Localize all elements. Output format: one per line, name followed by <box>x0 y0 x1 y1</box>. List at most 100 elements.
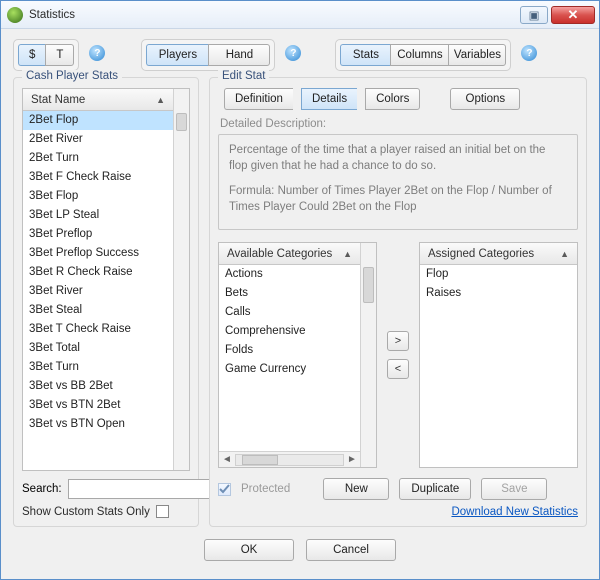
new-button[interactable]: New <box>323 478 389 500</box>
assigned-header-label: Assigned Categories <box>428 248 534 260</box>
cash-button[interactable]: $ <box>18 44 45 66</box>
stat-list-header-label: Stat Name <box>31 94 85 106</box>
stat-list-header[interactable]: Stat Name ▲ <box>23 89 173 111</box>
hscroll-thumb[interactable] <box>242 455 278 465</box>
dialog-footer: OK Cancel <box>13 527 587 575</box>
cancel-button[interactable]: Cancel <box>306 539 396 561</box>
protected-checkbox <box>218 483 231 496</box>
list-item[interactable]: 3Bet Preflop Success <box>23 244 173 263</box>
stats-button[interactable]: Stats <box>340 44 390 66</box>
list-item[interactable]: 3Bet vs BB 2Bet <box>23 377 173 396</box>
maximize-icon: ▣ <box>529 8 540 22</box>
search-label: Search: <box>22 483 62 495</box>
custom-only-row: Show Custom Stats Only <box>22 505 190 518</box>
list-item[interactable]: Folds <box>219 341 360 360</box>
stat-list: Stat Name ▲ 2Bet Flop2Bet River2Bet Turn… <box>22 88 190 471</box>
description-box[interactable]: Percentage of the time that a player rai… <box>218 134 578 230</box>
right-panel: Edit Stat Definition Details Colors Opti… <box>209 77 587 527</box>
duplicate-button[interactable]: Duplicate <box>399 478 471 500</box>
scroll-left-icon[interactable]: ◄ <box>219 454 235 465</box>
list-item[interactable]: Flop <box>420 265 577 284</box>
description-text-2: Formula: Number of Times Player 2Bet on … <box>229 184 567 215</box>
list-item[interactable]: 3Bet LP Steal <box>23 206 173 225</box>
content-area: $ T ? Players Hand ? Stats Columns Varia… <box>1 29 599 579</box>
available-header[interactable]: Available Categories ▲ <box>219 243 360 265</box>
list-item[interactable]: Actions <box>219 265 360 284</box>
maximize-button[interactable]: ▣ <box>520 6 548 24</box>
options-button[interactable]: Options <box>450 88 520 110</box>
app-icon <box>7 7 23 23</box>
top-toolbar: $ T ? Players Hand ? Stats Columns Varia… <box>13 39 587 71</box>
tab-colors[interactable]: Colors <box>365 88 420 110</box>
game-type-group: $ T <box>13 39 79 71</box>
help-icon[interactable]: ? <box>89 45 105 61</box>
list-item[interactable]: 3Bet Turn <box>23 358 173 377</box>
stat-list-scrollbar[interactable] <box>173 89 189 470</box>
download-stats-link[interactable]: Download New Statistics <box>218 506 578 518</box>
help-icon[interactable]: ? <box>285 45 301 61</box>
list-item[interactable]: 3Bet vs BTN 2Bet <box>23 396 173 415</box>
ok-button[interactable]: OK <box>204 539 294 561</box>
description-text-1: Percentage of the time that a player rai… <box>229 143 567 174</box>
list-item[interactable]: Calls <box>219 303 360 322</box>
list-item[interactable]: Raises <box>420 284 577 303</box>
edit-tabs: Definition Details Colors Options <box>224 88 578 110</box>
tab-definition[interactable]: Definition <box>224 88 293 110</box>
description-label: Detailed Description: <box>220 118 578 130</box>
list-item[interactable]: 3Bet F Check Raise <box>23 168 173 187</box>
list-item[interactable]: 2Bet Flop <box>23 111 173 130</box>
list-item[interactable]: Comprehensive <box>219 322 360 341</box>
main-area: Cash Player Stats Stat Name ▲ 2Bet Flop2… <box>13 77 587 527</box>
list-item[interactable]: Bets <box>219 284 360 303</box>
custom-only-checkbox[interactable] <box>156 505 169 518</box>
list-item[interactable]: 3Bet R Check Raise <box>23 263 173 282</box>
available-col: Available Categories ▲ ActionsBetsCallsC… <box>218 242 377 468</box>
sort-asc-icon: ▲ <box>156 95 165 105</box>
list-item[interactable]: 3Bet T Check Raise <box>23 320 173 339</box>
list-item[interactable]: Game Currency <box>219 360 360 379</box>
move-left-button[interactable]: < <box>387 359 409 379</box>
help-icon[interactable]: ? <box>521 45 537 61</box>
list-item[interactable]: 3Bet Steal <box>23 301 173 320</box>
close-button[interactable]: ✕ <box>551 6 595 24</box>
save-button: Save <box>481 478 547 500</box>
available-hscroll[interactable]: ◄ ► <box>219 451 360 467</box>
assigned-header[interactable]: Assigned Categories ▲ <box>420 243 577 265</box>
categories-area: Available Categories ▲ ActionsBetsCallsC… <box>218 242 578 468</box>
variables-button[interactable]: Variables <box>448 44 506 66</box>
right-panel-legend: Edit Stat <box>218 70 269 82</box>
window-title: Statistics <box>29 9 273 21</box>
list-item[interactable]: 3Bet vs BTN Open <box>23 415 173 434</box>
available-header-label: Available Categories <box>227 248 332 260</box>
list-item[interactable]: 3Bet Total <box>23 339 173 358</box>
search-input[interactable] <box>68 479 232 499</box>
list-item[interactable]: 2Bet River <box>23 130 173 149</box>
players-button[interactable]: Players <box>146 44 208 66</box>
statistics-window: Statistics ▣ ✕ $ T ? Players Hand ? Stat… <box>0 0 600 580</box>
scrollbar-thumb[interactable] <box>363 267 374 303</box>
sort-asc-icon: ▲ <box>343 249 352 259</box>
scrollbar-thumb[interactable] <box>176 113 187 131</box>
left-panel: Cash Player Stats Stat Name ▲ 2Bet Flop2… <box>13 77 199 527</box>
custom-only-label: Show Custom Stats Only <box>22 506 150 518</box>
tournament-button[interactable]: T <box>45 44 74 66</box>
available-vscroll[interactable] <box>360 243 376 467</box>
scope-group: Players Hand <box>141 39 275 71</box>
search-row: Search: <box>22 479 190 499</box>
assigned-col: Assigned Categories ▲ FlopRaises <box>419 242 578 468</box>
list-item[interactable]: 2Bet Turn <box>23 149 173 168</box>
protected-label: Protected <box>241 483 290 495</box>
list-item[interactable]: 3Bet River <box>23 282 173 301</box>
columns-button[interactable]: Columns <box>390 44 448 66</box>
move-buttons: > < <box>385 242 411 468</box>
hand-button[interactable]: Hand <box>208 44 270 66</box>
list-item[interactable]: 3Bet Flop <box>23 187 173 206</box>
action-row: Protected New Duplicate Save <box>218 478 578 500</box>
sort-asc-icon: ▲ <box>560 249 569 259</box>
list-item[interactable]: 3Bet Preflop <box>23 225 173 244</box>
move-right-button[interactable]: > <box>387 331 409 351</box>
tab-details[interactable]: Details <box>301 88 357 110</box>
scroll-right-icon[interactable]: ► <box>344 454 360 465</box>
titlebar: Statistics ▣ ✕ <box>1 1 599 29</box>
check-icon <box>219 484 230 495</box>
